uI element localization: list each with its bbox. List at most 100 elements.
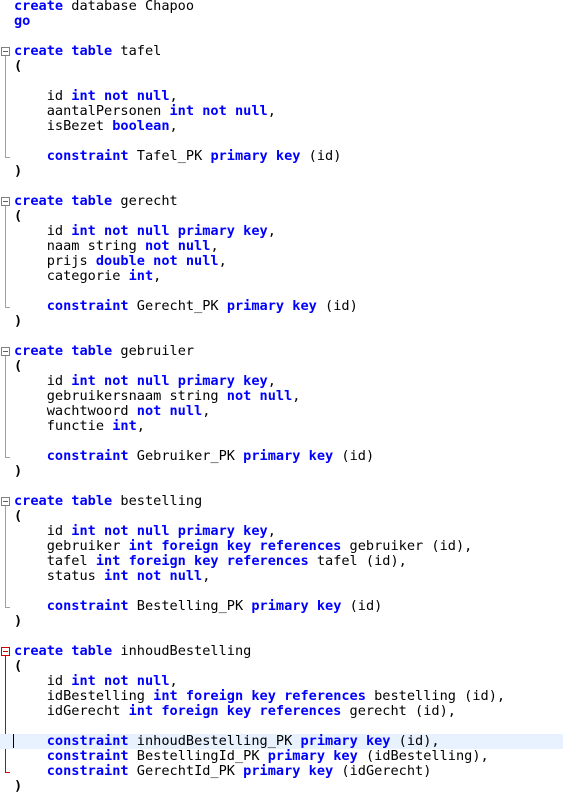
- paren-token: ): [14, 163, 23, 179]
- code-line[interactable]: [0, 479, 563, 494]
- code-line[interactable]: idGerecht int foreign key references ger…: [0, 704, 563, 719]
- code-line[interactable]: go: [0, 14, 563, 29]
- code-line[interactable]: ): [0, 314, 563, 329]
- code-line[interactable]: (: [0, 359, 563, 374]
- code-line[interactable]: constraint inhoudBestelling_PK primary k…: [0, 734, 563, 749]
- code-line[interactable]: categorie int,: [0, 269, 563, 284]
- code-line[interactable]: ): [0, 779, 563, 794]
- code-line-text: ): [14, 464, 22, 479]
- code-line[interactable]: [0, 134, 563, 149]
- identifier-token: GerechtId_PK: [128, 763, 244, 779]
- code-line[interactable]: create table tafel: [0, 44, 563, 59]
- code-line-text: idGerecht int foreign key references ger…: [14, 704, 456, 719]
- code-line[interactable]: isBezet boolean,: [0, 119, 563, 134]
- sql-keyword: constraint: [46, 598, 129, 614]
- identifier-token: isBezet: [14, 118, 113, 134]
- sql-keyword: int foreign key references: [128, 703, 342, 719]
- code-line[interactable]: constraint Tafel_PK primary key (id): [0, 149, 563, 164]
- identifier-token: ,: [267, 103, 276, 119]
- identifier-token: aantalPersonen: [14, 103, 170, 119]
- code-line[interactable]: gebruikersnaam string not null,: [0, 389, 563, 404]
- code-line[interactable]: (: [0, 209, 563, 224]
- code-line[interactable]: ): [0, 614, 563, 629]
- identifier-token: prijs: [14, 253, 96, 269]
- code-line[interactable]: [0, 29, 563, 44]
- code-line[interactable]: [0, 74, 563, 89]
- identifier-token: tafel: [14, 553, 96, 569]
- code-line[interactable]: constraint BestellingId_PK primary key (…: [0, 749, 563, 764]
- sql-keyword: int: [128, 268, 154, 284]
- sql-keyword: int foreign key references: [128, 538, 342, 554]
- sql-keyword: create: [14, 193, 64, 209]
- code-line[interactable]: wachtwoord not null,: [0, 404, 563, 419]
- code-line[interactable]: id int not null,: [0, 674, 563, 689]
- code-line[interactable]: create table bestelling: [0, 494, 563, 509]
- sql-keyword: primary key: [210, 148, 301, 164]
- code-line-text: constraint Bestelling_PK primary key (id…: [14, 598, 383, 614]
- identifier-token: (id): [341, 598, 383, 614]
- code-line[interactable]: ): [0, 164, 563, 179]
- code-line[interactable]: aantalPersonen int not null,: [0, 104, 563, 119]
- sql-keyword: int not null primary key: [71, 523, 268, 539]
- code-line[interactable]: status int not null,: [0, 569, 563, 584]
- identifier-token: gebruiker (id),: [341, 538, 473, 554]
- paren-token: ): [14, 613, 23, 629]
- identifier-token: (idBestelling),: [357, 748, 489, 764]
- code-line-text: wachtwoord not null,: [14, 403, 211, 419]
- code-line[interactable]: [0, 629, 563, 644]
- code-line[interactable]: create database Chapoo: [0, 0, 563, 14]
- code-line[interactable]: gebruiker int foreign key references geb…: [0, 539, 563, 554]
- code-line[interactable]: constraint GerechtId_PK primary key (idG…: [0, 764, 563, 779]
- code-line-text: id int not null,: [14, 89, 178, 104]
- sql-keyword: table: [71, 43, 113, 59]
- code-line-text: create database Chapoo: [14, 0, 194, 14]
- paren-token: (: [14, 358, 23, 374]
- code-line[interactable]: functie int,: [0, 419, 563, 434]
- code-line[interactable]: idBestelling int foreign key references …: [0, 689, 563, 704]
- sql-keyword: double not null: [95, 253, 219, 269]
- sql-code-editor[interactable]: create database Chapoo go create table taf…: [0, 0, 563, 798]
- identifier-token: ,: [169, 88, 178, 104]
- code-line-text: constraint Gebruiker_PK primary key (id): [14, 449, 374, 464]
- sql-keyword: int not null: [169, 103, 268, 119]
- sql-keyword: int not null: [71, 88, 170, 104]
- code-line[interactable]: (: [0, 509, 563, 524]
- code-line[interactable]: constraint Bestelling_PK primary key (id…: [0, 599, 563, 614]
- code-line[interactable]: constraint Gebruiker_PK primary key (id): [0, 449, 563, 464]
- code-line[interactable]: tafel int foreign key references tafel (…: [0, 554, 563, 569]
- code-line[interactable]: [0, 329, 563, 344]
- sql-keyword: boolean: [112, 118, 170, 134]
- code-line[interactable]: [0, 179, 563, 194]
- identifier-token: [14, 598, 47, 614]
- identifier-token: idGerecht: [14, 703, 129, 719]
- code-line[interactable]: (: [0, 59, 563, 74]
- identifier-token: Tafel_PK: [128, 148, 211, 164]
- code-line[interactable]: create table inhoudBestelling: [0, 644, 563, 659]
- code-line-text: aantalPersonen int not null,: [14, 104, 276, 119]
- code-line[interactable]: id int not null primary key,: [0, 224, 563, 239]
- code-line[interactable]: naam string not null,: [0, 239, 563, 254]
- code-line[interactable]: ): [0, 464, 563, 479]
- identifier-token: Gebruiker_PK: [128, 448, 244, 464]
- identifier-token: wachtwoord: [14, 403, 137, 419]
- code-line[interactable]: id int not null,: [0, 89, 563, 104]
- identifier-token: ,: [218, 253, 227, 269]
- code-line[interactable]: prijs double not null,: [0, 254, 563, 269]
- code-line[interactable]: id int not null primary key,: [0, 374, 563, 389]
- code-line[interactable]: (: [0, 659, 563, 674]
- code-line[interactable]: id int not null primary key,: [0, 524, 563, 539]
- identifier-token: bestelling (id),: [365, 688, 506, 704]
- code-line[interactable]: [0, 719, 563, 734]
- code-line-text: ): [14, 314, 22, 329]
- code-line-text: naam string not null,: [14, 239, 219, 254]
- code-line[interactable]: create table gerecht: [0, 194, 563, 209]
- code-line[interactable]: [0, 284, 563, 299]
- code-line[interactable]: create table gebruiler: [0, 344, 563, 359]
- code-line-text: constraint BestellingId_PK primary key (…: [14, 749, 489, 764]
- code-line[interactable]: [0, 584, 563, 599]
- identifier-token: id: [14, 88, 72, 104]
- sql-keyword: create: [14, 493, 64, 509]
- code-line[interactable]: constraint Gerecht_PK primary key (id): [0, 299, 563, 314]
- code-line[interactable]: [0, 434, 563, 449]
- code-line-text: id int not null,: [14, 674, 178, 689]
